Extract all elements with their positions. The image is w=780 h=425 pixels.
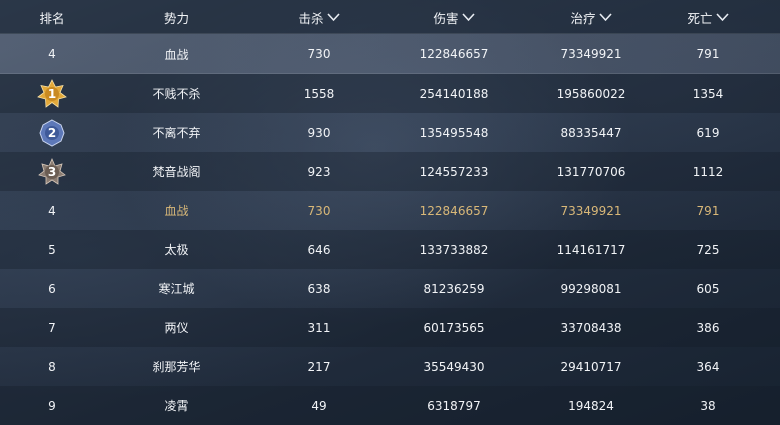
sort-chevron-icon [461, 12, 475, 21]
deaths-cell: 1354 [692, 86, 724, 101]
rank-cell: 6 [48, 281, 56, 296]
deaths-cell: 619 [696, 125, 720, 140]
medal-rank-number: 3 [47, 164, 57, 179]
header-kills-label: 击杀 [298, 10, 324, 26]
deaths-cell: 791 [696, 47, 720, 61]
rank-cell: 1 [0, 78, 104, 109]
faction-cell: 寒江城 [158, 282, 195, 296]
healing-cell: 195860022 [556, 86, 626, 101]
table-row: 2 不离不弃 930 135495548 88335447 619 [0, 113, 780, 152]
header-damage-label: 伤害 [433, 10, 459, 26]
faction-cell: 两仪 [164, 321, 189, 335]
deaths-cell: 386 [696, 320, 720, 335]
faction-cell: 凌霄 [164, 399, 189, 413]
rank-cell: 9 [48, 398, 56, 413]
faction-cell: 太极 [164, 243, 189, 257]
damage-cell: 133733882 [419, 242, 489, 257]
faction-leaderboard: 排名 势力 击杀 伤害 治疗 死亡 4 血战 730 122846657 733… [0, 0, 780, 425]
rank-cell: 2 [0, 118, 104, 148]
sort-chevron-icon [598, 12, 612, 21]
damage-cell: 124557233 [419, 164, 489, 179]
deaths-cell: 605 [696, 281, 720, 296]
kills-cell: 930 [307, 125, 331, 140]
kills-cell: 730 [307, 203, 331, 218]
damage-cell: 60173565 [423, 320, 485, 335]
silver-medal-icon: 2 [37, 118, 67, 148]
table-row: 9 凌霄 49 6318797 194824 38 [0, 386, 780, 425]
kills-cell: 217 [307, 359, 331, 374]
rank-cell: 4 [48, 203, 56, 218]
healing-cell: 88335447 [560, 125, 622, 140]
rank-cell: 7 [48, 320, 56, 335]
damage-cell: 35549430 [423, 359, 485, 374]
healing-cell: 114161717 [556, 242, 626, 257]
faction-cell: 血战 [164, 204, 189, 218]
rank-cell: 3 [0, 157, 104, 187]
medal-rank-number: 1 [47, 86, 57, 101]
healing-cell: 73349921 [560, 47, 622, 61]
faction-cell: 不贱不杀 [152, 87, 201, 101]
medal-rank-number: 2 [47, 125, 57, 140]
my-faction-row: 4 血战 730 122846657 73349921 791 [0, 34, 780, 74]
deaths-cell: 725 [696, 242, 720, 257]
healing-cell: 131770706 [556, 164, 626, 179]
faction-cell: 不离不弃 [152, 126, 201, 140]
table-row: 8 刹那芳华 217 35549430 29410717 364 [0, 347, 780, 386]
kills-cell: 923 [307, 164, 331, 179]
deaths-cell: 791 [696, 203, 720, 218]
faction-cell: 梵音战阁 [152, 165, 201, 179]
kills-cell: 730 [307, 47, 331, 61]
healing-cell: 194824 [568, 398, 614, 413]
rank-cell: 8 [48, 359, 56, 374]
sort-deaths-button[interactable]: 死亡 [663, 8, 753, 27]
damage-cell: 135495548 [419, 125, 489, 140]
healing-cell: 33708438 [560, 320, 622, 335]
sort-chevron-icon [715, 12, 729, 21]
rank-cell: 4 [48, 47, 56, 61]
rank-cell: 5 [48, 242, 56, 257]
table-row-highlighted: 4 血战 730 122846657 73349921 791 [0, 191, 780, 230]
healing-cell: 29410717 [560, 359, 622, 374]
damage-cell: 254140188 [419, 86, 489, 101]
kills-cell: 646 [307, 242, 331, 257]
header-deaths-label: 死亡 [687, 10, 713, 26]
deaths-cell: 1112 [692, 164, 724, 179]
table-row: 7 两仪 311 60173565 33708438 386 [0, 308, 780, 347]
bronze-medal-icon: 3 [37, 157, 67, 187]
table-row: 3 梵音战阁 923 124557233 131770706 1112 [0, 152, 780, 191]
kills-cell: 638 [307, 281, 331, 296]
faction-cell: 刹那芳华 [152, 360, 201, 374]
header-faction: 势力 [163, 10, 189, 26]
table-row: 6 寒江城 638 81236259 99298081 605 [0, 269, 780, 308]
damage-cell: 81236259 [423, 281, 485, 296]
sort-damage-button[interactable]: 伤害 [389, 8, 519, 27]
deaths-cell: 364 [696, 359, 720, 374]
gold-medal-icon: 1 [37, 78, 67, 109]
healing-cell: 99298081 [560, 281, 622, 296]
header-rank: 排名 [39, 10, 65, 26]
kills-cell: 1558 [303, 86, 335, 101]
faction-cell: 血战 [164, 47, 189, 62]
kills-cell: 311 [307, 320, 331, 335]
kills-cell: 49 [311, 398, 327, 413]
damage-cell: 6318797 [427, 398, 481, 413]
damage-cell: 122846657 [419, 203, 489, 218]
healing-cell: 73349921 [560, 203, 622, 218]
table-row: 5 太极 646 133733882 114161717 725 [0, 230, 780, 269]
header-healing-label: 治疗 [570, 10, 596, 26]
table-row: 1 不贱不杀 1558 254140188 195860022 1354 [0, 74, 780, 113]
deaths-cell: 38 [700, 398, 716, 413]
sort-chevron-icon [326, 12, 340, 21]
damage-cell: 122846657 [419, 47, 489, 61]
sort-kills-button[interactable]: 击杀 [249, 8, 389, 27]
table-header: 排名 势力 击杀 伤害 治疗 死亡 [0, 0, 780, 34]
sort-healing-button[interactable]: 治疗 [519, 8, 663, 27]
